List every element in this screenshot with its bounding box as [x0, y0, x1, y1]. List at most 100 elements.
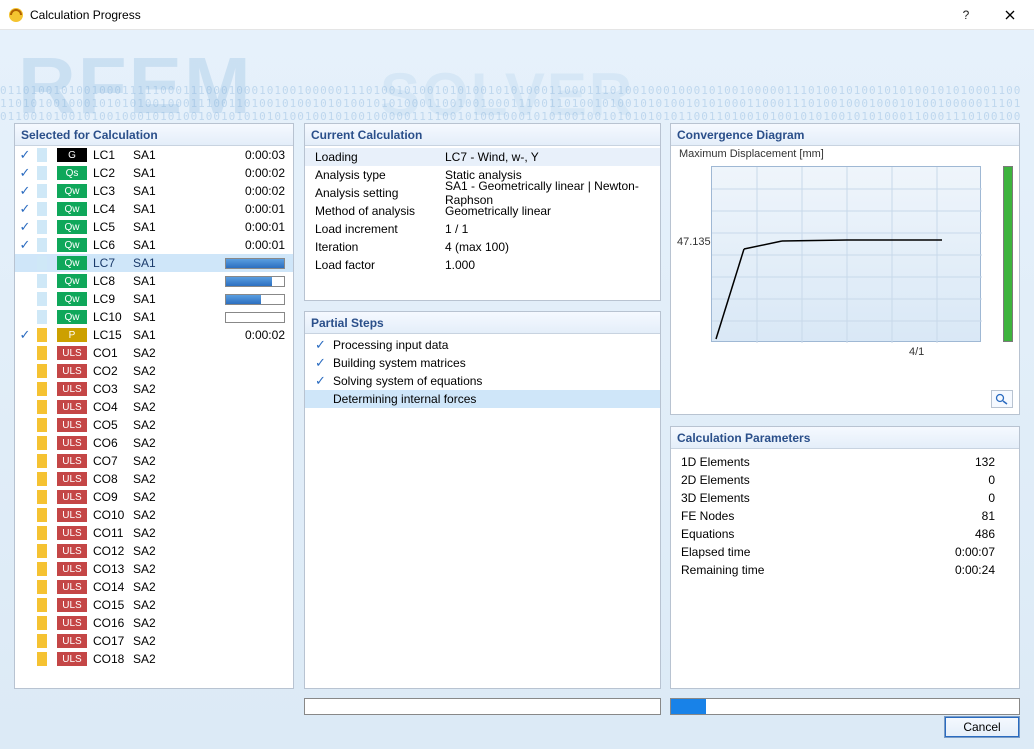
list-item[interactable]: ULSCO15SA2 [15, 596, 293, 614]
list-item[interactable]: ✓PLC15SA10:00:02 [15, 326, 293, 344]
item-id: CO5 [87, 418, 133, 432]
param-row: 2D Elements0 [671, 471, 1019, 489]
item-id: CO13 [87, 562, 133, 576]
check-icon: ✓ [15, 327, 35, 343]
kv-row: Iteration4 (max 100) [305, 238, 660, 256]
analysis-setting: SA2 [133, 418, 183, 432]
analysis-setting: SA1 [133, 328, 183, 342]
item-id: CO10 [87, 508, 133, 522]
list-item[interactable]: ULSCO12SA2 [15, 542, 293, 560]
list-item[interactable]: QwLC8SA1 [15, 272, 293, 290]
list-item[interactable]: QwLC7SA1 [15, 254, 293, 272]
params-panel: Calculation Parameters 1D Elements1322D … [670, 426, 1020, 689]
list-item[interactable]: ULSCO5SA2 [15, 416, 293, 434]
kv-val: LC7 - Wind, w-, Y [445, 150, 654, 164]
item-id: LC1 [87, 148, 133, 162]
duration: 0:00:01 [223, 220, 293, 234]
status-chip [37, 382, 47, 396]
type-badge: ULS [57, 580, 87, 594]
param-row: Equations486 [671, 525, 1019, 543]
check-icon: ✓ [315, 337, 333, 353]
analysis-setting: SA2 [133, 598, 183, 612]
list-item[interactable]: ULSCO3SA2 [15, 380, 293, 398]
partial-steps-panel: Partial Steps ✓Processing input data✓Bui… [304, 311, 661, 689]
item-id: CO15 [87, 598, 133, 612]
list-item[interactable]: ULSCO4SA2 [15, 398, 293, 416]
param-key: 1D Elements [681, 455, 915, 469]
close-button[interactable] [988, 1, 1032, 29]
type-badge: Qw [57, 202, 87, 216]
list-item[interactable]: ULSCO17SA2 [15, 632, 293, 650]
analysis-setting: SA2 [133, 544, 183, 558]
conv-y-label: 47.135 [677, 236, 711, 248]
list-item[interactable]: ULSCO18SA2 [15, 650, 293, 668]
list-item[interactable]: ULSCO2SA2 [15, 362, 293, 380]
check-icon: ✓ [15, 165, 35, 181]
list-item[interactable]: ULSCO6SA2 [15, 434, 293, 452]
duration: 0:00:02 [223, 184, 293, 198]
current-panel: Current Calculation LoadingLC7 - Wind, w… [304, 123, 661, 301]
type-badge: ULS [57, 652, 87, 666]
help-button[interactable]: ? [944, 1, 988, 29]
item-id: CO9 [87, 490, 133, 504]
list-item[interactable]: ULSCO11SA2 [15, 524, 293, 542]
type-badge: ULS [57, 634, 87, 648]
list-item[interactable]: ULSCO8SA2 [15, 470, 293, 488]
param-row: Elapsed time0:00:07 [671, 543, 1019, 561]
list-item[interactable]: ULSCO7SA2 [15, 452, 293, 470]
status-chip [37, 598, 47, 612]
analysis-setting: SA1 [133, 310, 183, 324]
item-id: CO17 [87, 634, 133, 648]
type-badge: Qs [57, 166, 87, 180]
list-item[interactable]: ✓QsLC2SA10:00:02 [15, 164, 293, 182]
analysis-setting: SA2 [133, 580, 183, 594]
analysis-setting: SA2 [133, 562, 183, 576]
cancel-button[interactable]: Cancel [944, 716, 1020, 738]
list-item[interactable]: ✓QwLC5SA10:00:01 [15, 218, 293, 236]
check-icon: ✓ [315, 355, 333, 371]
param-row: 3D Elements0 [671, 489, 1019, 507]
analysis-setting: SA1 [133, 292, 183, 306]
kv-key: Analysis type [315, 168, 445, 182]
conv-x-label: 4/1 [909, 346, 924, 358]
check-icon: ✓ [15, 201, 35, 217]
list-item[interactable]: ULSCO13SA2 [15, 560, 293, 578]
selected-list[interactable]: ✓GLC1SA10:00:03✓QsLC2SA10:00:02✓QwLC3SA1… [15, 146, 293, 688]
list-item[interactable]: ✓QwLC4SA10:00:01 [15, 200, 293, 218]
param-val: 486 [915, 527, 995, 541]
conv-plot [711, 166, 981, 342]
item-id: LC15 [87, 328, 133, 342]
list-item[interactable]: ULSCO10SA2 [15, 506, 293, 524]
row-progress [225, 276, 285, 287]
zoom-button[interactable] [991, 390, 1013, 408]
kv-key: Load increment [315, 222, 445, 236]
param-key: 2D Elements [681, 473, 915, 487]
titlebar: Calculation Progress ? [0, 0, 1034, 30]
type-badge: ULS [57, 598, 87, 612]
status-chip [37, 526, 47, 540]
list-item[interactable]: ULSCO1SA2 [15, 344, 293, 362]
step-row: ✓Building system matrices [305, 354, 660, 372]
list-item[interactable]: ULSCO16SA2 [15, 614, 293, 632]
item-id: LC3 [87, 184, 133, 198]
item-id: CO4 [87, 400, 133, 414]
item-id: CO3 [87, 382, 133, 396]
status-chip [37, 274, 47, 288]
list-item[interactable]: ULSCO9SA2 [15, 488, 293, 506]
list-item[interactable]: QwLC10SA1 [15, 308, 293, 326]
type-badge: ULS [57, 436, 87, 450]
list-item[interactable]: ✓QwLC3SA10:00:02 [15, 182, 293, 200]
status-chip [37, 652, 47, 666]
analysis-setting: SA2 [133, 526, 183, 540]
param-val: 81 [915, 509, 995, 523]
status-chip [37, 562, 47, 576]
list-item[interactable]: QwLC9SA1 [15, 290, 293, 308]
type-badge: G [57, 148, 87, 162]
item-id: LC4 [87, 202, 133, 216]
kv-val: Geometrically linear [445, 204, 654, 218]
param-key: Elapsed time [681, 545, 915, 559]
check-icon: ✓ [15, 183, 35, 199]
list-item[interactable]: ✓QwLC6SA10:00:01 [15, 236, 293, 254]
list-item[interactable]: ✓GLC1SA10:00:03 [15, 146, 293, 164]
list-item[interactable]: ULSCO14SA2 [15, 578, 293, 596]
